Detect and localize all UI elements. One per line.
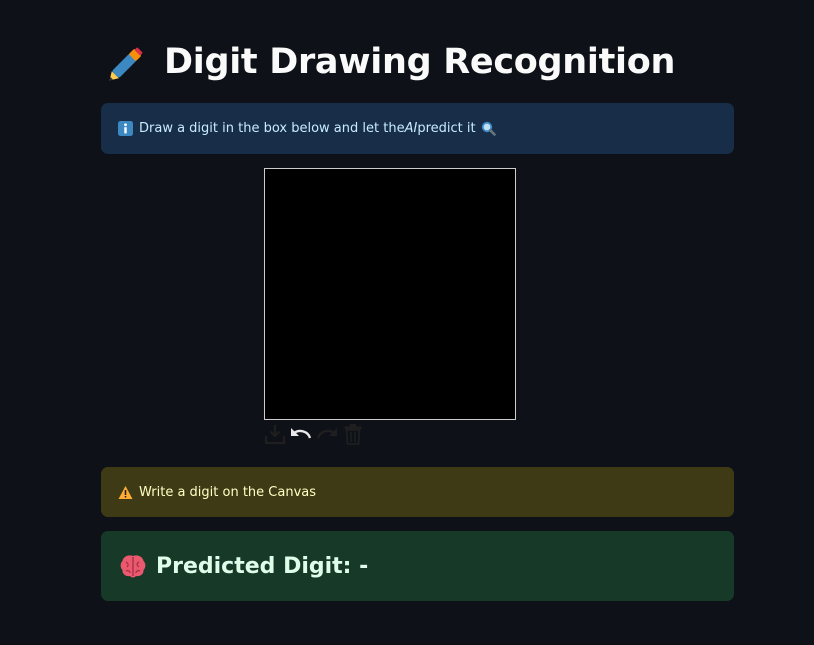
magnifier-icon: [481, 121, 496, 136]
undo-icon: [289, 423, 313, 449]
drawing-canvas[interactable]: [264, 168, 516, 420]
page-title-text: Digit Drawing Recognition: [164, 42, 676, 82]
app-container: Digit Drawing Recognition Draw a digit i…: [0, 0, 814, 645]
predicted-digit-label: Predicted Digit: -: [156, 553, 369, 579]
warning-text: Write a digit on the Canvas: [139, 484, 317, 500]
prediction-alert: Predicted Digit: -: [101, 531, 734, 601]
pen-icon: [106, 40, 150, 84]
download-button[interactable]: [263, 424, 287, 448]
info-text-ai: AI: [404, 121, 418, 136]
brain-icon: [118, 551, 148, 581]
info-icon: [118, 121, 133, 136]
page-title: Digit Drawing Recognition: [106, 40, 675, 84]
info-text-after: predict it: [417, 121, 476, 136]
redo-button[interactable]: [315, 424, 339, 448]
clear-button[interactable]: [341, 424, 365, 448]
undo-button[interactable]: [289, 424, 313, 448]
warning-alert: Write a digit on the Canvas: [101, 467, 734, 517]
canvas-toolbar: [263, 424, 365, 448]
redo-icon: [315, 423, 339, 449]
info-text-before: Draw a digit in the box below and let th…: [139, 121, 405, 136]
trash-icon: [343, 423, 363, 449]
info-alert: Draw a digit in the box below and let th…: [101, 103, 734, 154]
warning-icon: [118, 485, 133, 500]
download-icon: [264, 423, 286, 449]
